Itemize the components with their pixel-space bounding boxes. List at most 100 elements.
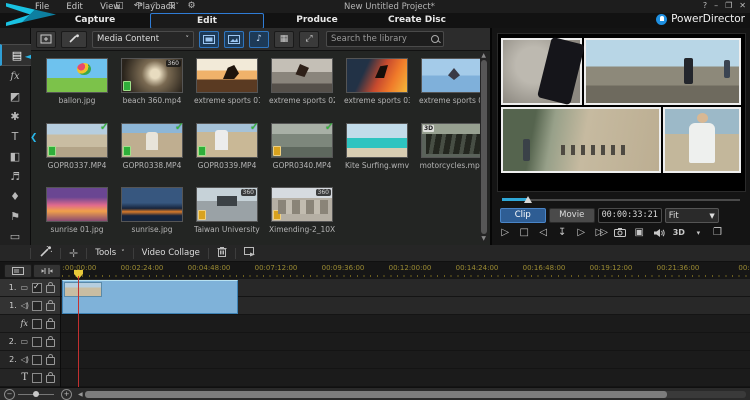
scroll-down-icon[interactable]: ▼ bbox=[480, 235, 488, 242]
filter-photo-button[interactable] bbox=[224, 31, 244, 48]
media-item[interactable]: ✓GOPR0337.MP4 bbox=[46, 123, 108, 181]
clip-mode-button[interactable]: Clip bbox=[500, 208, 546, 223]
timeline-scrollbar[interactable] bbox=[85, 391, 746, 398]
import-media-button[interactable] bbox=[36, 31, 56, 48]
media-thumbnail[interactable]: 360 bbox=[121, 58, 183, 93]
close-button[interactable]: ✕ bbox=[739, 1, 746, 10]
fit-timeline-button[interactable] bbox=[33, 264, 61, 278]
search-input[interactable]: Search the library bbox=[326, 31, 444, 47]
sidebar-item-effect-room[interactable]: fx bbox=[0, 66, 30, 86]
tab-capture[interactable]: Capture bbox=[62, 13, 128, 27]
media-item[interactable]: 3Dmotorcycles.mpo bbox=[421, 123, 483, 181]
sidebar-item-voice-over-room[interactable]: ♦ bbox=[0, 186, 30, 206]
media-thumbnail[interactable]: ✓ bbox=[271, 123, 333, 158]
tab-create-disc[interactable]: Create Disc bbox=[372, 13, 462, 27]
timeline-ruler[interactable]: 00:00:00:00 00:02:24:00 00:04:48:00 00:0… bbox=[62, 262, 750, 279]
lock-icon[interactable] bbox=[46, 357, 55, 365]
sidebar-item-audio-mixing-room[interactable]: ♬ bbox=[0, 166, 30, 186]
media-thumbnail[interactable] bbox=[121, 187, 183, 222]
media-thumbnail[interactable] bbox=[346, 58, 408, 93]
zoom-in-button[interactable]: + bbox=[61, 389, 72, 400]
previous-frame-button[interactable]: ◁ bbox=[538, 227, 549, 238]
seek-track[interactable] bbox=[502, 199, 740, 201]
fast-forward-button[interactable]: ▷▷ bbox=[595, 227, 606, 238]
media-item[interactable]: sunrise 01.jpg bbox=[46, 187, 108, 245]
video-collage-button[interactable]: Video Collage bbox=[142, 248, 200, 258]
track-header-title[interactable]: T bbox=[0, 369, 60, 387]
media-item[interactable]: sunrise.jpg bbox=[121, 187, 183, 245]
scroll-left-icon[interactable]: ◀ bbox=[78, 391, 83, 398]
media-thumbnail[interactable]: 360 bbox=[271, 187, 333, 222]
media-item[interactable]: extreme sports 01.jpg bbox=[196, 58, 258, 116]
produce-range-icon[interactable] bbox=[244, 247, 256, 260]
lock-icon[interactable] bbox=[46, 339, 55, 347]
track-enable-checkbox[interactable] bbox=[32, 355, 42, 365]
playhead-line[interactable] bbox=[78, 279, 79, 387]
library-view-button[interactable]: ▦ bbox=[274, 31, 294, 48]
sidebar-item-chapter-room[interactable]: ⚑ bbox=[0, 206, 30, 226]
media-item[interactable]: extreme sports 04.jpg bbox=[421, 58, 483, 116]
track-header-video-1[interactable]: 1. ▭ bbox=[0, 279, 60, 297]
zoom-mode-dropdown[interactable]: Fit ▼ bbox=[665, 208, 719, 223]
audio-track-2-lane[interactable] bbox=[61, 351, 750, 369]
media-item[interactable]: extreme sports 03.jpg bbox=[346, 58, 408, 116]
sidebar-item-title-room[interactable]: T bbox=[0, 126, 30, 146]
menu-edit[interactable]: Edit bbox=[59, 2, 89, 12]
lock-icon[interactable] bbox=[46, 375, 55, 383]
next-frame-button[interactable]: ▷ bbox=[576, 227, 587, 238]
track-header-audio-1[interactable]: 1. ◁) bbox=[0, 297, 60, 315]
trash-icon[interactable] bbox=[217, 246, 227, 260]
stop-button[interactable]: □ bbox=[519, 227, 530, 238]
media-thumbnail[interactable]: ✓ bbox=[196, 123, 258, 158]
track-header-effect[interactable]: fx bbox=[0, 315, 60, 333]
timeline-clip[interactable] bbox=[62, 280, 238, 314]
tab-edit[interactable]: Edit bbox=[150, 13, 264, 29]
split-icon[interactable]: ✛ bbox=[69, 247, 78, 260]
media-thumbnail[interactable] bbox=[421, 58, 483, 93]
layout-icon[interactable]: ◱ bbox=[114, 1, 125, 11]
track-enable-checkbox[interactable] bbox=[32, 283, 42, 293]
undock-preview-button[interactable]: ❐ bbox=[712, 227, 723, 238]
volume-button[interactable] bbox=[653, 228, 665, 238]
seek-thumb[interactable] bbox=[524, 196, 532, 203]
play-button[interactable]: ▷ bbox=[500, 227, 511, 238]
sidebar-item-particle-room[interactable]: ✱ bbox=[0, 106, 30, 126]
undo-icon[interactable]: ↶ bbox=[132, 1, 143, 11]
media-item[interactable]: 360beach 360.mp4 bbox=[121, 58, 183, 116]
gear-icon[interactable]: ⚙ bbox=[186, 1, 197, 11]
3d-dropdown-arrow[interactable]: ▾ bbox=[693, 229, 704, 237]
preview-seek-slider[interactable] bbox=[502, 196, 740, 204]
sidebar-item-subtitle-room[interactable]: ▭ bbox=[0, 226, 30, 246]
magic-tool-button[interactable] bbox=[61, 31, 87, 48]
movie-mode-button[interactable]: Movie bbox=[549, 208, 595, 223]
media-item[interactable]: Kite Surfing.wmv bbox=[346, 123, 408, 181]
media-thumbnail[interactable]: 360 bbox=[196, 187, 258, 222]
collapse-panel-arrow-icon[interactable]: ❮ bbox=[30, 133, 38, 143]
media-thumbnail[interactable] bbox=[196, 58, 258, 93]
preview-quality-button[interactable]: ▣ bbox=[634, 227, 645, 238]
filter-video-button[interactable] bbox=[199, 31, 219, 48]
track-enable-checkbox[interactable] bbox=[32, 319, 42, 329]
3d-mode-button[interactable]: 3D bbox=[673, 228, 685, 237]
track-enable-checkbox[interactable] bbox=[32, 301, 42, 311]
media-thumbnail[interactable]: ✓ bbox=[46, 123, 108, 158]
media-item[interactable]: 360Ximending-2_10X.mp4 bbox=[271, 187, 333, 245]
scrollbar-thumb[interactable] bbox=[85, 391, 667, 398]
media-item[interactable]: ✓GOPR0339.MP4 bbox=[196, 123, 258, 181]
filter-audio-button[interactable]: ♪ bbox=[249, 31, 269, 48]
title-track-lane[interactable] bbox=[61, 369, 750, 387]
video-track-2-lane[interactable] bbox=[61, 333, 750, 351]
scrollbar-thumb[interactable] bbox=[481, 60, 487, 234]
sidebar-item-pip-objects-room[interactable]: ◩ bbox=[0, 86, 30, 106]
redo-icon[interactable]: ↷ bbox=[150, 1, 161, 11]
media-item[interactable]: extreme sports 02.jpg bbox=[271, 58, 333, 116]
lock-icon[interactable] bbox=[46, 303, 55, 311]
media-item[interactable]: ✓GOPR0338.MP4 bbox=[121, 123, 183, 181]
media-thumbnail[interactable]: 3D bbox=[421, 123, 483, 158]
notification-bell-icon[interactable] bbox=[656, 14, 667, 25]
library-scrollbar[interactable]: ▲ ▼ bbox=[480, 52, 488, 242]
media-thumbnail[interactable] bbox=[46, 187, 108, 222]
timeline-zoom-slider[interactable] bbox=[18, 394, 54, 395]
effect-track-lane[interactable] bbox=[61, 315, 750, 333]
media-item[interactable]: ballon.jpg bbox=[46, 58, 108, 116]
